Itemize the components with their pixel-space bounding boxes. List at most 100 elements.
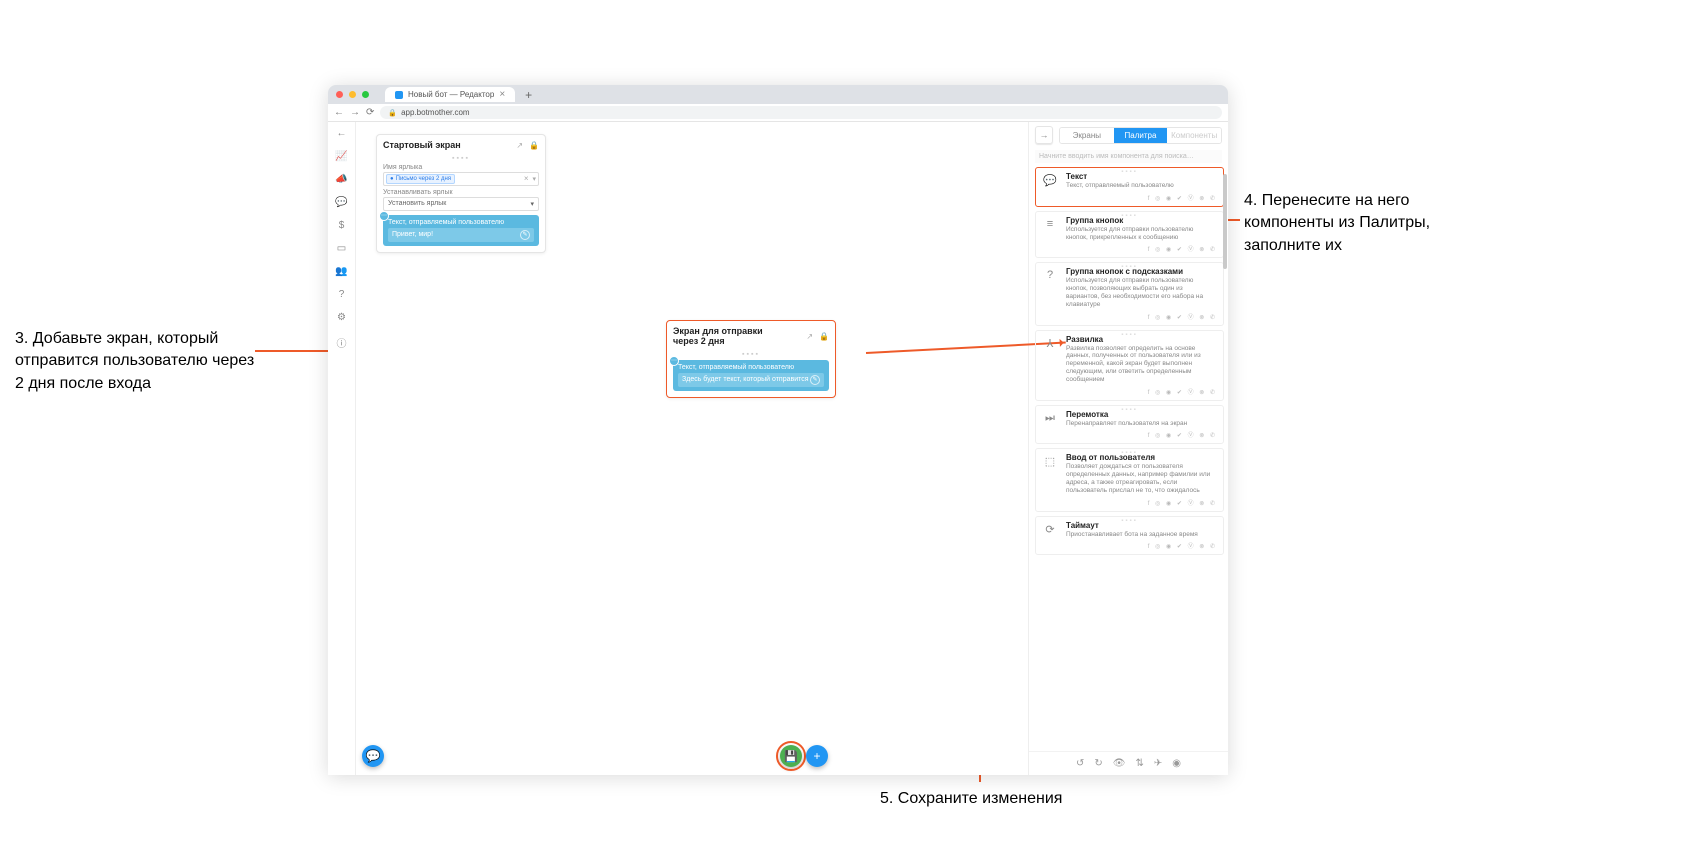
screen-card-start[interactable]: Стартовый экран ↗ 🔒 ▪▪▪▪ Имя ярлыка ●Пис… [376,134,546,253]
preview-icon[interactable]: 👁 [1113,758,1126,769]
close-icon[interactable]: × [499,89,505,100]
chat-icon[interactable]: 💬 [335,197,347,208]
window-minimize-button[interactable] [349,91,356,98]
palette-item-desc: Используется для отправки пользователю к… [1066,226,1217,242]
supported-platforms-icons: f ◎ ◉ ✔ Ⓥ ⊗ ✆ [1042,312,1217,321]
messenger-icon[interactable]: ◉ [1172,758,1181,769]
edit-icon[interactable]: ✎ [520,230,530,240]
ticket-icon[interactable]: ▭ [337,243,346,254]
tab-title: Новый бот — Редактор [408,90,494,99]
lock-icon[interactable]: 🔒 [819,332,829,341]
palette-item-title: Развилка [1066,335,1217,344]
chart-icon[interactable]: 📈 [335,151,347,162]
share-icon[interactable]: ↗ [516,141,523,150]
palette-list[interactable]: ▪▪▪▪💬ТекстТекст, отправляемый пользовате… [1029,167,1228,751]
sort-icon[interactable]: ⇅ [1135,758,1143,769]
palette-item[interactable]: ▪▪▪▪?Группа кнопок с подсказкамиИспользу… [1035,262,1224,325]
drag-handle-icon[interactable]: ▪▪▪▪ [673,351,829,358]
supported-platforms-icons: f ◎ ◉ ✔ Ⓥ ⊗ ✆ [1042,541,1217,550]
drag-handle-icon[interactable]: ▪▪▪▪ [1121,213,1138,219]
supported-platforms-icons: f ◎ ◉ ✔ Ⓥ ⊗ ✆ [1042,193,1217,202]
palette-item-title: Группа кнопок с подсказками [1066,267,1217,276]
forward-icon[interactable]: → [350,107,360,118]
annotation-step-3: 3. Добавьте экран, который отправится по… [15,328,255,395]
window-maximize-button[interactable] [362,91,369,98]
select-value: Установить ярлык [388,200,446,207]
drag-handle-icon[interactable]: ▪▪▪▪ [383,155,539,162]
window-close-button[interactable] [336,91,343,98]
share-icon[interactable]: ↗ [806,332,813,341]
tab-palette[interactable]: Палитра [1114,128,1168,143]
palette-item-title: Текст [1066,172,1217,181]
scrollbar-thumb[interactable] [1223,174,1227,269]
lock-icon[interactable]: 🔒 [529,141,539,150]
palette-item-title: Перемотка [1066,410,1217,419]
info-icon[interactable]: ⓘ [337,335,347,350]
supported-platforms-icons: f ◎ ◉ ✔ Ⓥ ⊗ ✆ [1042,244,1217,253]
dollar-icon[interactable]: $ [339,220,345,231]
users-icon[interactable]: 👥 [335,266,347,277]
megaphone-icon[interactable]: 📣 [335,174,347,185]
left-toolbar: ← 📈 📣 💬 $ ▭ 👥 ? ⚙ ⓘ [328,122,356,775]
drag-handle-icon[interactable]: ▪▪▪▪ [1121,450,1138,456]
supported-platforms-icons: f ◎ ◉ ✔ Ⓥ ⊗ ✆ [1042,430,1217,439]
component-title: Текст, отправляемый пользователю [388,219,534,226]
select-input[interactable]: Установить ярлык ▾ [383,197,539,211]
drag-handle-icon[interactable]: ▪▪▪▪ [1121,264,1138,270]
tag-input[interactable]: ●Письмо через 2 дня × ▾ [383,172,539,186]
palette-item-desc: Приостанавливает бота на заданное время [1066,531,1217,539]
add-screen-button[interactable]: + [806,745,828,767]
undo-icon[interactable]: ↺ [1076,758,1084,769]
chevron-down-icon[interactable]: ▾ [532,175,536,183]
chat-fab-button[interactable]: 💬 [362,745,384,767]
palette-item-desc: Позволяет дождаться от пользователя опре… [1066,463,1217,494]
telegram-icon[interactable]: ✈ [1154,758,1162,769]
screen-card-send2days[interactable]: Экран для отправки через 2 дня ↗ 🔒 ▪▪▪▪ … [666,320,836,398]
palette-item[interactable]: ▪▪▪▪ ⬚ Ввод от пользователяПозволяет дожда… [1035,448,1224,511]
text-component[interactable]: ⋯ Текст, отправляемый пользователю Приве… [383,215,539,246]
right-panel: → Экраны Палитра Компоненты Начните ввод… [1028,122,1228,775]
drag-handle-icon[interactable]: ▪▪▪▪ [1121,169,1138,175]
new-tab-button[interactable]: + [525,88,532,102]
palette-item-title: Таймаут [1066,521,1217,530]
search-input[interactable]: Начните вводить имя компонента для поиск… [1035,150,1222,163]
component-type-icon: ⟳ [1042,521,1058,539]
help-icon[interactable]: ? [339,289,345,300]
collapse-panel-button[interactable]: → [1035,126,1053,144]
back-icon[interactable]: ← [334,107,344,118]
settings-icon[interactable]: ⚙ [337,312,346,323]
palette-item[interactable]: ▪▪▪▪⏭ПеремоткаПеренаправляет пользовател… [1035,405,1224,445]
back-arrow-icon[interactable]: ← [337,128,347,139]
component-type-icon: ⅄ [1042,335,1058,384]
screen-title: Стартовый экран [383,141,461,151]
tab-screens[interactable]: Экраны [1060,128,1114,143]
panel-tabs: Экраны Палитра Компоненты [1059,127,1222,144]
text-component[interactable]: ⋯ Текст, отправляемый пользователю Здесь… [673,360,829,391]
panel-footer-tools: ↺ ↻ 👁 ⇅ ✈ ◉ [1029,751,1228,775]
palette-item[interactable]: ▪▪▪▪💬ТекстТекст, отправляемый пользовате… [1035,167,1224,207]
speech-bubble-icon: ⋯ [669,356,679,366]
edit-icon[interactable]: ✎ [810,375,820,385]
drag-handle-icon[interactable]: ▪▪▪▪ [1121,407,1138,413]
field-label: Устанавливать ярлык [383,189,539,196]
app-root: ← 📈 📣 💬 $ ▭ 👥 ? ⚙ ⓘ Стартовый экран ↗ 🔒 [328,122,1228,775]
save-button[interactable]: 💾 [780,745,802,767]
component-type-icon: ⏭ [1042,410,1058,428]
url-input[interactable]: 🔒 app.botmother.com [380,106,1222,119]
browser-tab[interactable]: Новый бот — Редактор × [385,87,515,102]
supported-platforms-icons: f ◎ ◉ ✔ Ⓥ ⊗ ✆ [1042,387,1217,396]
component-type-icon: ⬚ [1042,453,1058,494]
redo-icon[interactable]: ↻ [1094,758,1102,769]
palette-item-desc: Используется для отправки пользователю к… [1066,277,1217,308]
palette-item[interactable]: ▪▪▪▪ ⟳ ТаймаутПриостанавливает бота на зад… [1035,516,1224,556]
reload-icon[interactable]: ⟳ [366,107,374,118]
clear-icon[interactable]: × [524,174,533,183]
drag-handle-icon[interactable]: ▪▪▪▪ [1121,332,1138,338]
palette-item[interactable]: ▪▪▪▪⅄РазвилкаРазвилка позволяет определи… [1035,330,1224,401]
field-label: Имя ярлыка [383,164,539,171]
component-type-icon: 💬 [1042,172,1058,190]
palette-item[interactable]: ▪▪▪▪≡Группа кнопокИспользуется для отпра… [1035,211,1224,259]
palette-item-title: Ввод от пользователя [1066,453,1217,462]
canvas[interactable]: Стартовый экран ↗ 🔒 ▪▪▪▪ Имя ярлыка ●Пис… [356,122,1028,775]
drag-handle-icon[interactable]: ▪▪▪▪ [1121,518,1138,524]
